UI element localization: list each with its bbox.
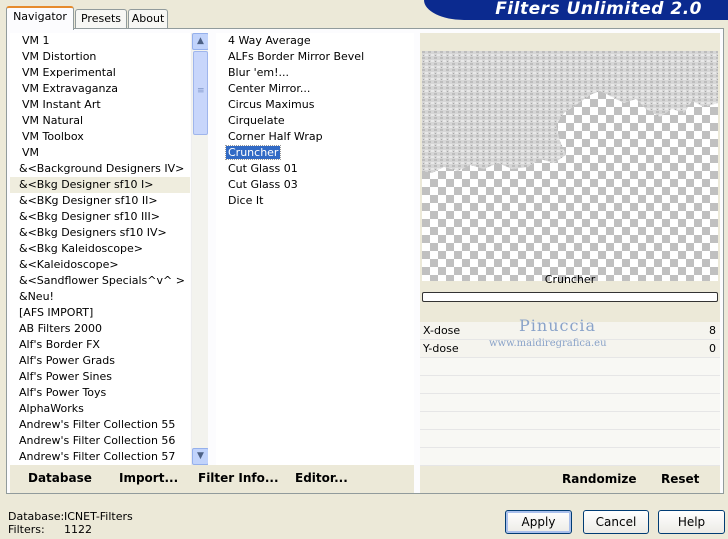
- category-item[interactable]: VM Extravaganza: [10, 81, 190, 97]
- param-row-empty: [420, 394, 720, 412]
- filter-item[interactable]: 4 Way Average: [216, 33, 414, 49]
- filter-item[interactable]: Cut Glass 03: [216, 177, 414, 193]
- apply-button[interactable]: Apply: [505, 510, 572, 534]
- filter-item-label: ALFs Border Mirror Bevel: [228, 50, 365, 63]
- param-row-empty: [420, 430, 720, 448]
- category-item[interactable]: &<Bkg Kaleidoscope>: [10, 241, 190, 257]
- filter-item-label: Cirquelate: [228, 114, 285, 127]
- watermark-name: Pinuccia: [519, 316, 597, 335]
- filters-count-label: Filters:: [8, 523, 45, 536]
- editor-button[interactable]: Editor...: [295, 471, 348, 485]
- param-value: 8: [709, 324, 716, 337]
- cancel-button[interactable]: Cancel: [583, 510, 649, 534]
- filter-item[interactable]: Corner Half Wrap: [216, 129, 414, 145]
- filter-item[interactable]: Cirquelate: [216, 113, 414, 129]
- category-item[interactable]: &<Sandflower Specials^v^ >: [10, 273, 190, 289]
- database-button[interactable]: Database: [28, 471, 92, 485]
- filter-item-label: Cut Glass 03: [228, 178, 298, 191]
- status-info: Database:ICNET-Filters Filters: 1122: [8, 510, 133, 536]
- param-label: X-dose: [423, 324, 461, 337]
- param-row-empty: [420, 358, 720, 376]
- filter-item-label: Center Mirror...: [228, 82, 311, 95]
- category-item[interactable]: VM Natural: [10, 113, 190, 129]
- progress-bar: [422, 292, 718, 302]
- category-item[interactable]: Alf's Power Grads: [10, 353, 190, 369]
- category-item[interactable]: Andrew's Filter Collection 57: [10, 449, 190, 465]
- category-item[interactable]: &<Bkg Designer sf10 I>: [10, 177, 190, 193]
- category-item[interactable]: AlphaWorks: [10, 401, 190, 417]
- filters-count-value: 1122: [64, 523, 92, 536]
- watermark-url: www.maidiregrafica.eu: [489, 338, 607, 349]
- category-item[interactable]: AB Filters 2000: [10, 321, 190, 337]
- category-item[interactable]: VM Distortion: [10, 49, 190, 65]
- filter-info-button[interactable]: Filter Info...: [198, 471, 279, 485]
- category-item[interactable]: Alf's Border FX: [10, 337, 190, 353]
- filter-item-label: Cruncher: [224, 145, 282, 160]
- preview-filter-name: Cruncher: [544, 273, 596, 286]
- param-label: Y-dose: [423, 342, 459, 355]
- randomize-button[interactable]: Randomize: [562, 472, 636, 486]
- filter-item[interactable]: Cut Glass 01: [216, 161, 414, 177]
- filter-item[interactable]: ALFs Border Mirror Bevel: [216, 49, 414, 65]
- filter-item-label: Dice It: [228, 194, 264, 207]
- category-item[interactable]: VM Instant Art: [10, 97, 190, 113]
- category-item[interactable]: &Neu!: [10, 289, 190, 305]
- category-item[interactable]: &<BKg Designer sf10 II>: [10, 193, 190, 209]
- category-item[interactable]: &<Background Designers IV>: [10, 161, 190, 177]
- category-item[interactable]: &<Bkg Designer sf10 III>: [10, 209, 190, 225]
- filter-item[interactable]: Circus Maximus: [216, 97, 414, 113]
- tab-about[interactable]: About: [128, 9, 168, 29]
- tab-presets[interactable]: Presets: [75, 9, 127, 29]
- param-row-empty: [420, 448, 720, 466]
- filter-item[interactable]: Dice It: [216, 193, 414, 209]
- category-item[interactable]: [AFS IMPORT]: [10, 305, 190, 321]
- preview-panel: Cruncher X-dose 8 Y-dose 0: [420, 33, 720, 493]
- scroll-down-button[interactable]: ▼: [192, 448, 209, 465]
- category-item[interactable]: Alf's Power Toys: [10, 385, 190, 401]
- database-label: Database:: [8, 510, 65, 523]
- category-item[interactable]: VM: [10, 145, 190, 161]
- filter-item[interactable]: Center Mirror...: [216, 81, 414, 97]
- category-item[interactable]: Andrew's Filter Collection 55: [10, 417, 190, 433]
- list-button-bar: Database Import... Filter Info... Editor…: [10, 465, 414, 493]
- help-button[interactable]: Help: [658, 510, 725, 534]
- import-button[interactable]: Import...: [119, 471, 178, 485]
- scroll-up-button[interactable]: ▲: [192, 33, 209, 50]
- category-list[interactable]: VM 1 VM Distortion VM Experimental VM Extra…: [10, 33, 190, 465]
- filter-preview[interactable]: [422, 51, 718, 281]
- filter-item-label: Cut Glass 01: [228, 162, 298, 175]
- banner-title: Filters Unlimited 2.0: [495, 0, 702, 19]
- category-item[interactable]: VM 1: [10, 33, 190, 49]
- tab-navigator[interactable]: Navigator: [6, 6, 74, 30]
- list-divider: [208, 33, 216, 465]
- filter-item[interactable]: Blur 'em!...: [216, 65, 414, 81]
- category-item[interactable]: Andrew's Filter Collection 56: [10, 433, 190, 449]
- filter-item-label: Corner Half Wrap: [228, 130, 323, 143]
- category-item[interactable]: &<Kaleidoscope>: [10, 257, 190, 273]
- filter-list[interactable]: 4 Way Average ALFs Border Mirror Bevel Blu…: [216, 33, 414, 465]
- category-item[interactable]: VM Experimental: [10, 65, 190, 81]
- filter-item-label: Blur 'em!...: [228, 66, 289, 79]
- param-value: 0: [709, 342, 716, 355]
- scroll-thumb[interactable]: [193, 51, 208, 135]
- category-item[interactable]: Alf's Power Sines: [10, 369, 190, 385]
- preview-image: [422, 51, 718, 173]
- reset-button[interactable]: Reset: [661, 472, 699, 486]
- database-value: ICNET-Filters: [64, 510, 133, 523]
- category-item[interactable]: VM Toolbox: [10, 129, 190, 145]
- filter-item-label: Circus Maximus: [228, 98, 315, 111]
- category-item[interactable]: &<Bkg Designers sf10 IV>: [10, 225, 190, 241]
- filter-item-label: 4 Way Average: [228, 34, 311, 47]
- param-row-empty: [420, 412, 720, 430]
- category-scrollbar[interactable]: ▲ ▼: [191, 33, 209, 465]
- filter-item[interactable]: Cruncher: [216, 145, 414, 161]
- product-banner: Filters Unlimited 2.0: [424, 0, 728, 20]
- param-row-empty: [420, 376, 720, 394]
